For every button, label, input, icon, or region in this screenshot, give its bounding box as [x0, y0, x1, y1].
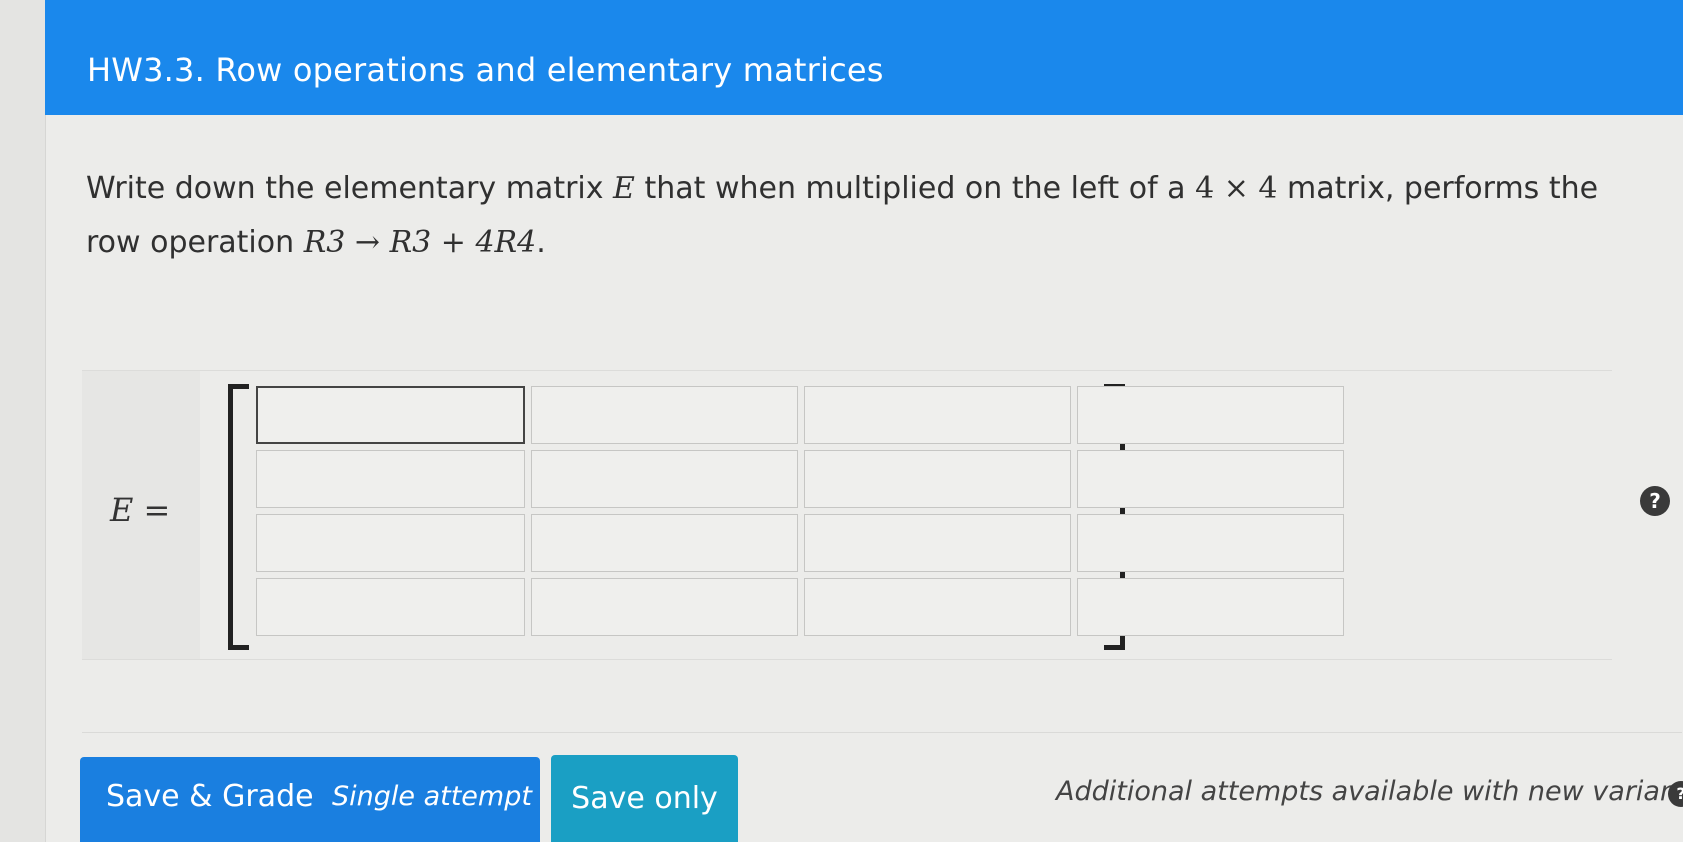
matrix-cell-1-4[interactable]: [1077, 386, 1344, 444]
matrix-size: 4 × 4: [1195, 171, 1278, 206]
save-only-button[interactable]: Save only: [551, 755, 738, 842]
single-attempt-label: Single attempt: [332, 781, 532, 812]
question-circle-icon[interactable]: ?: [1640, 486, 1670, 516]
question-end: .: [536, 225, 546, 260]
matrix-cell-1-2[interactable]: [531, 386, 798, 444]
matrix-label: E =: [110, 491, 171, 529]
row-operation: R3 → R3 + 4R4: [303, 225, 537, 260]
matrix-cell-1-1[interactable]: [256, 386, 525, 444]
question-header: HW3.3. Row operations and elementary mat…: [45, 0, 1683, 115]
matrix-cell-2-1[interactable]: [256, 450, 525, 508]
section-divider: [82, 732, 1682, 733]
answer-label-cell: E =: [82, 371, 200, 659]
question-text-before: Write down the elementary matrix: [86, 171, 614, 206]
matrix-cell-2-3[interactable]: [804, 450, 1071, 508]
question-title: HW3.3. Row operations and elementary mat…: [87, 51, 884, 89]
matrix-symbol: E: [613, 171, 635, 206]
matrix-input-grid: [256, 386, 1344, 636]
matrix-cell-3-1[interactable]: [256, 514, 525, 572]
question-text: Write down the elementary matrix E that …: [86, 162, 1646, 270]
matrix-cell-4-3[interactable]: [804, 578, 1071, 636]
attempts-note: Additional attempts available with new v…: [1056, 776, 1683, 807]
question-text-mid: that when multiplied on the left of a: [634, 171, 1196, 206]
save-and-grade-button[interactable]: Save & Grade Single attempt: [80, 757, 540, 842]
matrix-cell-2-2[interactable]: [531, 450, 798, 508]
matrix-cell-3-3[interactable]: [804, 514, 1071, 572]
matrix-cell-4-4[interactable]: [1077, 578, 1344, 636]
matrix-cell-2-4[interactable]: [1077, 450, 1344, 508]
left-bracket: [228, 384, 249, 650]
matrix-cell-4-1[interactable]: [256, 578, 525, 636]
save-and-grade-label: Save & Grade: [106, 779, 314, 814]
matrix-cell-3-2[interactable]: [531, 514, 798, 572]
matrix-cell-1-3[interactable]: [804, 386, 1071, 444]
matrix-cell-3-4[interactable]: [1077, 514, 1344, 572]
matrix-cell-4-2[interactable]: [531, 578, 798, 636]
